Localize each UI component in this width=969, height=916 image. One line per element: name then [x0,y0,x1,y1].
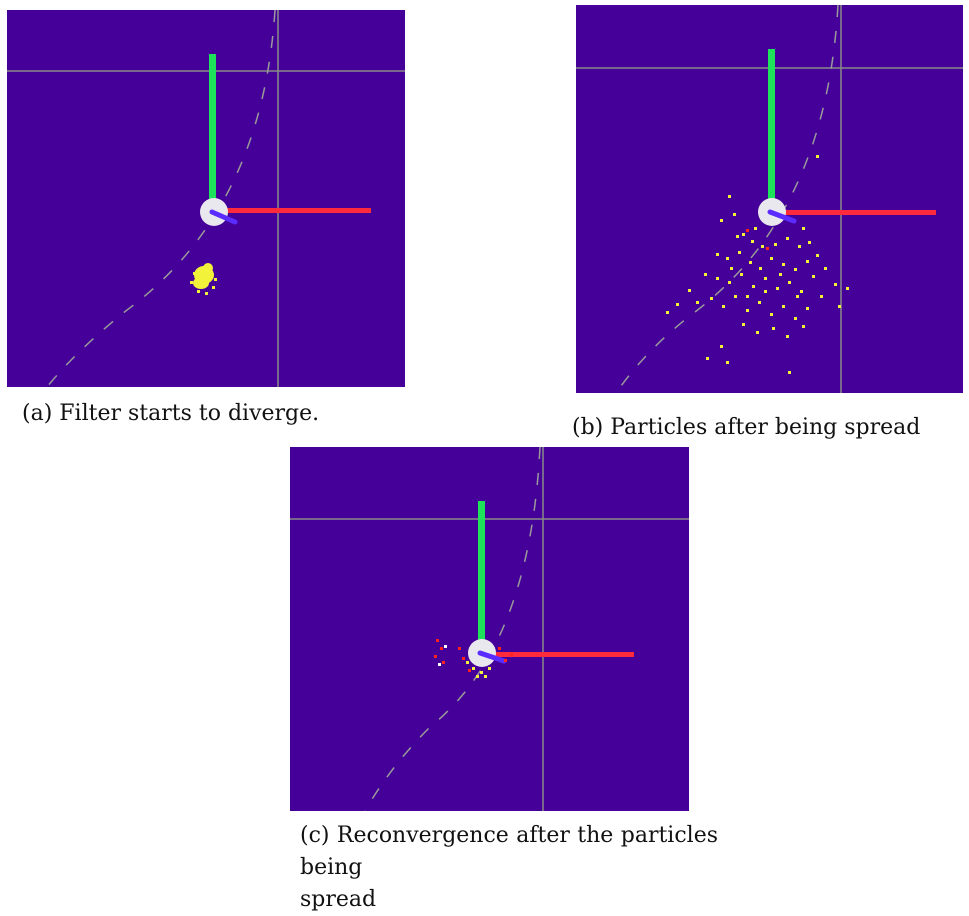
panel-a-canvas [7,10,405,387]
scene-background [7,10,405,387]
axis-vertical [478,501,485,651]
panel-a-image [7,10,405,387]
axis-vertical [209,54,216,212]
axis-horizontal [486,652,634,657]
axis-horizontal [776,210,936,215]
panel-b-image [576,5,963,393]
panel-c-canvas [290,447,689,811]
axis-horizontal [217,208,371,213]
panel-c-image [290,447,689,811]
caption-a: (a) Filter starts to diverge. [22,401,320,426]
caption-c-line-2: spread [300,887,377,912]
caption-b: (b) Particles after being spread [572,415,921,440]
caption-c-line-1: (c) Reconvergence after the particles be… [300,823,718,880]
scene-background [290,447,689,811]
caption-c: (c) Reconvergence after the particles be… [300,820,718,916]
axis-vertical [768,49,775,211]
panel-b-canvas [576,5,963,393]
